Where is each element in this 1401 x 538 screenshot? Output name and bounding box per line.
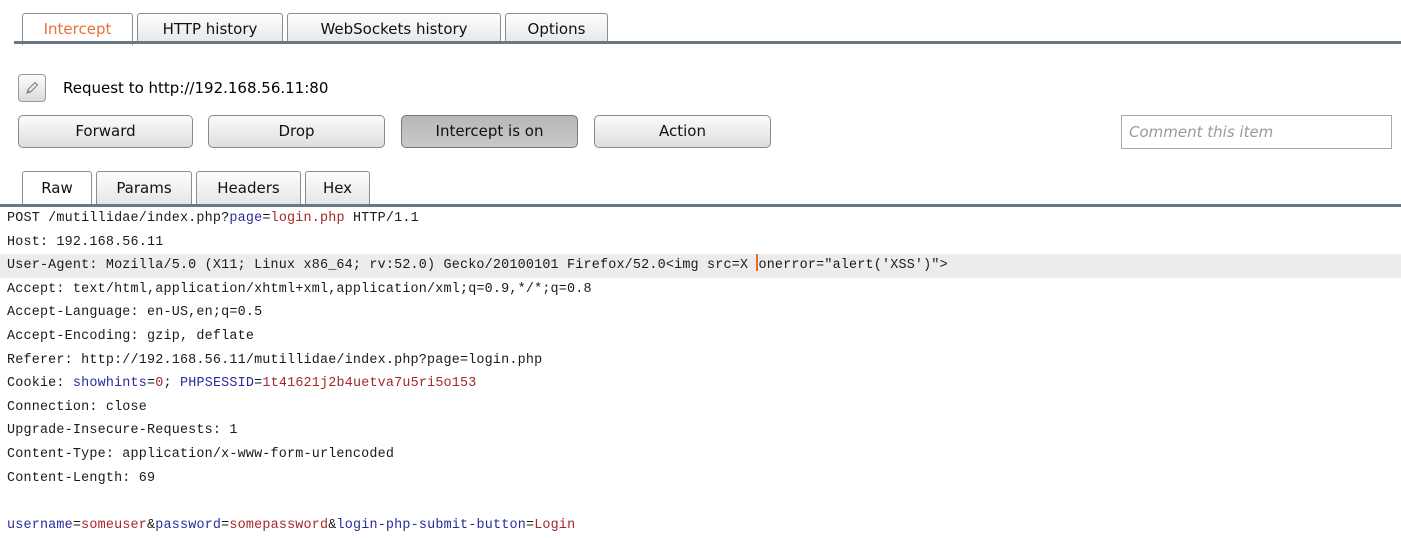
tab-hex[interactable]: Hex [305,171,370,204]
body-param-value: somepassword [229,517,329,533]
header-content-type: Content-Type: application/x-www-form-url… [7,446,395,462]
pencil-icon [26,81,39,94]
header-cookie: Cookie: showhints=0; PHPSESSID=1t41621j2… [7,376,477,392]
cookie-name: PHPSESSID [180,376,255,392]
request-line: POST /mutillidae/index.php?page=login.ph… [7,207,1401,231]
query-param-value: login.php [270,211,345,226]
drop-button[interactable]: Drop [208,115,385,148]
tab-http-history[interactable]: HTTP history [137,13,283,44]
cookie-value: 1t41621j2b4uetva7u5ri5o153 [262,376,477,392]
tab-raw[interactable]: Raw [22,171,92,204]
body-param-value: someuser [81,517,148,533]
header-referer: Referer: http://192.168.56.11/mutillidae… [7,352,543,368]
query-equals: = [262,211,271,226]
cookie-label: Cookie: [7,376,73,392]
header-accept: Accept: text/html,application/xhtml+xml,… [7,281,592,297]
tab-underline [14,41,1401,44]
header-upgrade-insecure-requests: Upgrade-Insecure-Requests: 1 [7,423,238,439]
comment-input[interactable] [1121,115,1392,149]
message-tab-bar: Raw Params Headers Hex [0,163,1401,207]
header-content-length: Content-Length: 69 [7,470,156,486]
proxy-tab-bar: Intercept HTTP history WebSockets histor… [0,0,1401,45]
query-param-name: page [229,211,263,226]
request-body: username=someuser&password=somepassword&… [7,517,576,533]
intercept-toggle-button[interactable]: Intercept is on [401,115,578,148]
body-param-value: Login [534,517,576,533]
body-param-name: password [155,517,222,533]
user-agent-payload: onerror="alert('XSS')"> [758,258,948,274]
tab-params[interactable]: Params [96,171,192,204]
edit-pencil-icon[interactable] [18,74,46,102]
cookie-name: showhints [72,376,148,392]
request-target-label: Request to http://192.168.56.11:80 [63,79,329,97]
user-agent-text: User-Agent: Mozilla/5.0 (X11; Linux x86_… [7,258,757,274]
header-accept-encoding: Accept-Encoding: gzip, deflate [7,328,255,344]
tab-headers[interactable]: Headers [196,171,301,204]
action-button[interactable]: Action [594,115,771,148]
body-param-name: login-php-submit-button [336,517,526,533]
header-accept-language: Accept-Language: en-US,en;q=0.5 [7,305,263,321]
body-param-name: username [7,517,73,533]
tab-options[interactable]: Options [505,13,608,44]
header-connection: Connection: close [7,399,148,415]
request-method-path: POST /mutillidae/index.php? [7,211,230,226]
cookie-value: 0 [155,376,164,392]
request-protocol: HTTP/1.1 [344,211,419,226]
header-host: Host: 192.168.56.11 [7,234,164,250]
cookie-separator: ; [163,376,180,392]
tab-websockets-history[interactable]: WebSockets history [287,13,501,44]
request-target: Request to http://192.168.56.11:80 [18,73,328,103]
forward-button[interactable]: Forward [18,115,193,148]
raw-request-editor[interactable]: POST /mutillidae/index.php?page=login.ph… [0,207,1401,538]
header-user-agent: User-Agent: Mozilla/5.0 (X11; Linux x86_… [0,254,1401,278]
